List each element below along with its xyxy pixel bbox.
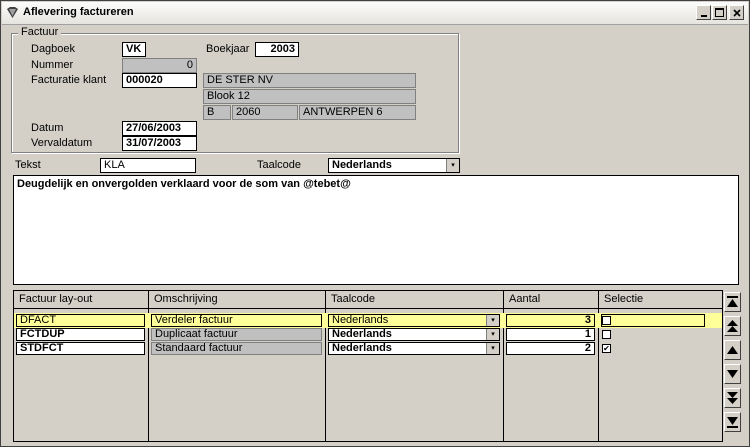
main-window: Aflevering factureren Factuur Dagboek VK… bbox=[0, 0, 750, 447]
chevron-down-icon[interactable]: ▾ bbox=[486, 329, 499, 340]
datum-label: Datum bbox=[31, 122, 64, 134]
close-button[interactable] bbox=[729, 5, 744, 20]
dagboek-field[interactable]: VK bbox=[122, 42, 146, 57]
klant-postcode-field: 2060 bbox=[232, 105, 298, 120]
table-row-0-taalcode[interactable]: Nederlands ▾ bbox=[328, 314, 500, 327]
table-row-0-aantal[interactable]: 3 bbox=[506, 314, 595, 327]
table-row-0-layout[interactable]: DFACT bbox=[16, 314, 145, 327]
last-record-icon bbox=[727, 417, 738, 428]
table-row-0-omschrijving[interactable]: Verdeler factuur bbox=[151, 314, 322, 327]
window-title: Aflevering factureren bbox=[23, 6, 134, 18]
facturatie-klant-field[interactable]: 000020 bbox=[122, 73, 197, 88]
table-row-1-taalcode[interactable]: Nederlands ▾ bbox=[328, 328, 500, 341]
table-row-2-aantal[interactable]: 2 bbox=[506, 342, 595, 355]
first-record-button[interactable] bbox=[724, 292, 741, 312]
table-row-1-aantal[interactable]: 1 bbox=[506, 328, 595, 341]
chevron-down-icon[interactable]: ▾ bbox=[486, 315, 499, 326]
table-row-0-taalcode-value: Nederlands bbox=[332, 314, 389, 326]
chevron-down-icon[interactable]: ▾ bbox=[446, 159, 459, 172]
table-row-2-layout[interactable]: STDFCT bbox=[16, 342, 145, 355]
page-down-button[interactable] bbox=[724, 388, 741, 408]
tekst-label: Tekst bbox=[15, 159, 41, 171]
klant-naam-field: DE STER NV bbox=[203, 73, 416, 88]
table-row-0-selectie-cell bbox=[601, 314, 705, 327]
page-up-button[interactable] bbox=[724, 316, 741, 336]
up-arrow-icon bbox=[727, 346, 738, 354]
nummer-label: Nummer bbox=[31, 59, 74, 71]
table-row-2-selectie-checkbox[interactable]: ✔ bbox=[602, 344, 611, 353]
table-row-2-taalcode-value: Nederlands bbox=[332, 342, 392, 354]
klant-land-field: B bbox=[203, 105, 231, 120]
down-arrow-icon bbox=[727, 370, 738, 378]
layout-grid: Factuur lay-out Omschrijving Taalcode Aa… bbox=[13, 290, 723, 442]
minimize-button[interactable] bbox=[696, 5, 711, 20]
taalcode-select[interactable]: Nederlands ▾ bbox=[328, 158, 460, 173]
taalcode-label: Taalcode bbox=[257, 159, 302, 171]
taalcode-select-value: Nederlands bbox=[332, 159, 392, 171]
factuur-group-title: Factuur bbox=[18, 26, 62, 38]
tekst-field[interactable]: KLA bbox=[100, 158, 196, 173]
close-icon bbox=[732, 8, 741, 17]
app-logo-icon bbox=[7, 7, 18, 18]
datum-field[interactable]: 27/06/2003 bbox=[122, 121, 197, 136]
tekst-body-textarea[interactable]: Deugdelijk en onvergolden verklaard voor… bbox=[13, 175, 739, 285]
last-record-button[interactable] bbox=[724, 412, 741, 432]
maximize-button[interactable] bbox=[712, 5, 727, 20]
page-down-icon bbox=[727, 392, 738, 404]
vervaldatum-label: Vervaldatum bbox=[31, 137, 93, 149]
minimize-icon bbox=[700, 14, 707, 17]
page-up-icon bbox=[727, 320, 738, 332]
maximize-icon bbox=[715, 8, 724, 17]
grid-header-aantal[interactable]: Aantal bbox=[504, 291, 599, 309]
first-record-icon bbox=[727, 296, 738, 307]
grid-header-taalcode[interactable]: Taalcode bbox=[326, 291, 504, 309]
table-row-2-omschrijving: Standaard factuur bbox=[151, 342, 322, 355]
vervaldatum-field[interactable]: 31/07/2003 bbox=[122, 136, 197, 151]
boekjaar-label: Boekjaar bbox=[206, 43, 250, 55]
grid-header-layout[interactable]: Factuur lay-out bbox=[14, 291, 149, 309]
table-row-1-layout[interactable]: FCTDUP bbox=[16, 328, 145, 341]
table-row-1-taalcode-value: Nederlands bbox=[332, 328, 392, 340]
klant-adres-field: Blook 12 bbox=[203, 89, 416, 104]
klant-gemeente-field: ANTWERPEN 6 bbox=[299, 105, 416, 120]
previous-record-button[interactable] bbox=[724, 340, 741, 360]
table-row-0-selectie-checkbox[interactable] bbox=[602, 316, 611, 325]
chevron-down-icon[interactable]: ▾ bbox=[486, 343, 499, 354]
next-record-button[interactable] bbox=[724, 364, 741, 384]
dagboek-label: Dagboek bbox=[31, 43, 76, 55]
boekjaar-field[interactable]: 2003 bbox=[255, 42, 299, 57]
grid-header-selectie[interactable]: Selectie bbox=[599, 291, 722, 309]
table-row-2-taalcode[interactable]: Nederlands ▾ bbox=[328, 342, 500, 355]
record-navigation bbox=[724, 290, 741, 442]
title-bar[interactable]: Aflevering factureren bbox=[2, 2, 748, 25]
table-row-1-selectie-checkbox[interactable] bbox=[602, 330, 611, 339]
grid-header-omschrijving[interactable]: Omschrijving bbox=[149, 291, 326, 309]
nummer-field: 0 bbox=[122, 58, 197, 73]
facturatie-klant-label: Facturatie klant bbox=[31, 74, 107, 86]
table-row-1-omschrijving: Duplicaat factuur bbox=[151, 328, 322, 341]
